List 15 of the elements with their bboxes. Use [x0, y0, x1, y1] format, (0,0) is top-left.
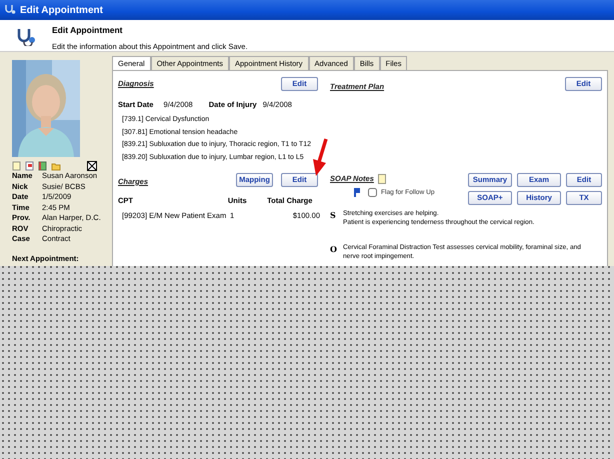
- note-letter: O: [330, 243, 338, 256]
- close-icon[interactable]: [87, 161, 97, 171]
- header-title: Edit Appointment: [52, 24, 124, 37]
- stethoscope-icon: [4, 4, 16, 16]
- document-icon[interactable]: [25, 161, 34, 171]
- window-title: Edit Appointment: [20, 4, 103, 18]
- note-letter: S: [330, 209, 337, 222]
- stethoscope-icon: [16, 28, 36, 46]
- flag-icon: [354, 188, 360, 198]
- follow-up-checkbox[interactable]: [368, 188, 377, 198]
- book-icon[interactable]: [38, 161, 47, 171]
- pointer-arrow: [310, 138, 328, 176]
- note-icon[interactable]: [12, 161, 21, 171]
- note-icon: [378, 174, 386, 184]
- folder-icon[interactable]: [51, 161, 61, 171]
